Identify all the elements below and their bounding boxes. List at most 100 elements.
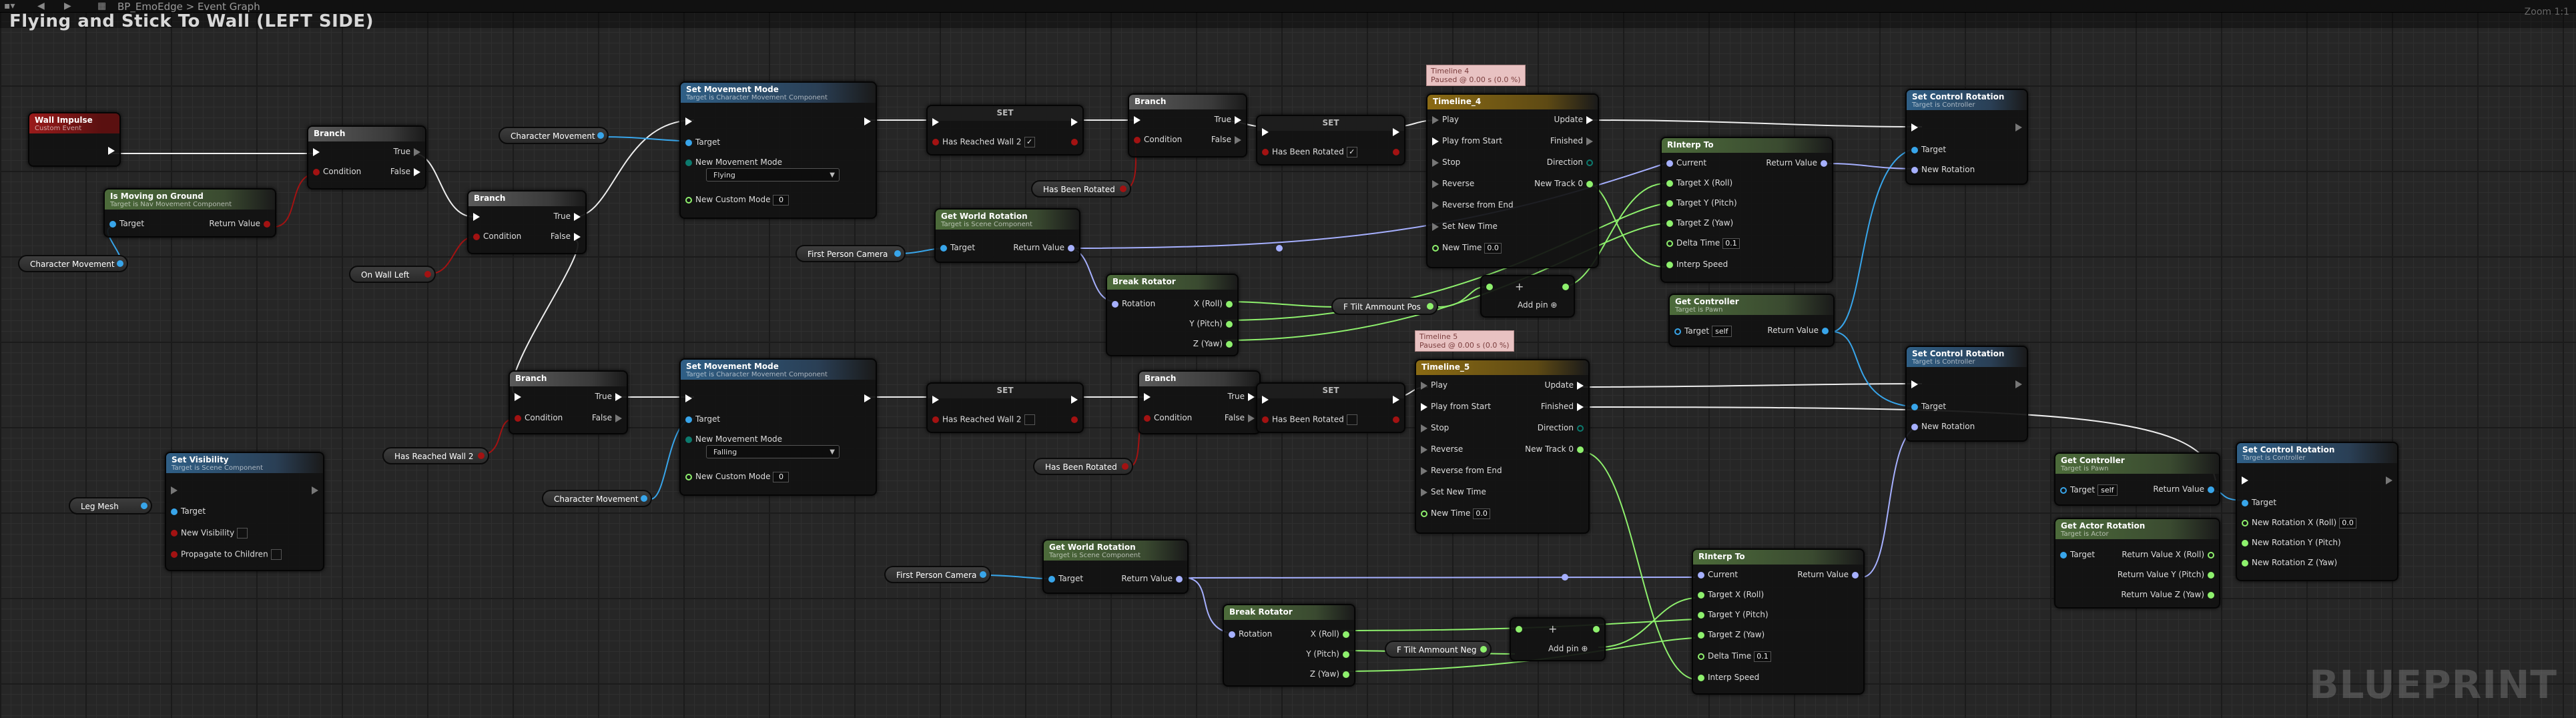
add-pin-button[interactable]: Add pin ⊕ (1518, 300, 1557, 310)
delta-time-pin[interactable]: Delta Time 0.1 (1663, 238, 1740, 249)
branch-node-1[interactable]: Branch Condition True False (307, 125, 426, 190)
new-rotation-z-pin[interactable]: New Rotation Z (Yaw) (2238, 558, 2337, 567)
condition-pin[interactable]: Condition (310, 167, 361, 176)
exec-in-pin[interactable] (168, 485, 181, 494)
return-y-pin[interactable]: Return Value Y (Pitch) (2118, 570, 2218, 579)
f-tilt-ammount-pos-variable[interactable]: F Tilt Ammount Pos (1331, 298, 1438, 315)
new-track-pin[interactable]: New Track 0 (1525, 444, 1587, 454)
reverse-pin[interactable]: Reverse (1429, 179, 1474, 188)
true-pin[interactable]: True (1228, 392, 1259, 401)
output-pin[interactable] (1590, 624, 1603, 633)
new-rotation-pin[interactable]: New Rotation (1908, 165, 1975, 174)
return-value-pin[interactable]: Return Value (209, 219, 274, 228)
set-control-rotation-node-2[interactable]: Set Control Rotation Target is Controller… (1905, 346, 2028, 442)
set-new-time-pin[interactable]: Set New Time (1417, 487, 1486, 496)
exec-in-pin[interactable] (682, 393, 695, 402)
input-pin[interactable] (1512, 624, 1526, 633)
target-pin[interactable]: Target (1908, 145, 1946, 154)
exec-in-pin[interactable] (1141, 392, 1154, 401)
false-pin[interactable]: False (390, 167, 424, 176)
target-pin[interactable]: Target self (2057, 484, 2118, 496)
exec-in-pin[interactable] (1259, 394, 1272, 404)
reverse-from-end-pin[interactable]: Reverse from End (1417, 466, 1502, 475)
input-pin[interactable] (1483, 282, 1496, 291)
target-pin[interactable]: Target (168, 506, 206, 516)
exec-out-pin[interactable] (861, 393, 874, 402)
set-has-reached-wall-node-1[interactable]: SET Has Reached Wall 2 ✓ (926, 105, 1084, 155)
return-value-pin[interactable]: Return Value (2153, 484, 2218, 494)
return-x-pin[interactable]: Return Value X (Roll) (2122, 550, 2218, 559)
z-yaw-pin[interactable]: Z (Yaw) (1310, 669, 1353, 679)
target-pin[interactable]: Target (682, 137, 720, 147)
branch-node-3[interactable]: Branch Condition True False (1128, 93, 1247, 157)
play-from-start-pin[interactable]: Play from Start (1417, 402, 1491, 411)
target-pin[interactable]: Target (2238, 498, 2276, 507)
get-world-rotation-node-1[interactable]: Get World Rotation Target is Scene Compon… (934, 208, 1080, 263)
has-been-rotated-variable[interactable]: Has Been Rotated (1031, 180, 1131, 198)
interp-speed-pin[interactable]: Interp Speed (1663, 260, 1728, 269)
update-pin[interactable]: Update (1545, 380, 1587, 390)
target-pin[interactable]: Target (2057, 550, 2095, 559)
get-controller-node-1[interactable]: Get Controller Target is Pawn Target self … (1668, 294, 1835, 347)
add-pin-button[interactable]: Add pin ⊕ (1548, 644, 1588, 653)
get-actor-rotation-node[interactable]: Get Actor Rotation Target is Actor Target… (2054, 518, 2220, 609)
first-person-camera-variable[interactable]: First Person Camera (795, 245, 906, 262)
forward-icon[interactable]: ▶ (64, 1, 71, 11)
finished-pin[interactable]: Finished (1541, 402, 1587, 411)
branch-node-2[interactable]: Branch Condition True False (467, 190, 587, 254)
new-rotation-y-pin[interactable]: New Rotation Y (Pitch) (2238, 538, 2341, 547)
bool-out-pin[interactable] (1389, 147, 1403, 156)
exec-out-pin[interactable] (2012, 379, 2025, 388)
exec-out-pin[interactable] (105, 145, 118, 155)
menu-icon[interactable]: ▪▾ (4, 1, 15, 11)
set-has-reached-wall-node-2[interactable]: SET Has Reached Wall 2 (926, 382, 1084, 433)
exec-out-pin[interactable] (2012, 122, 2025, 131)
set-control-rotation-node-3[interactable]: Set Control Rotation Target is Controller… (2236, 442, 2398, 581)
update-pin[interactable]: Update (1554, 115, 1596, 124)
propagate-to-children-pin[interactable]: Propagate to Children (168, 549, 282, 560)
exec-out-pin[interactable] (1389, 127, 1403, 136)
true-pin[interactable]: True (554, 212, 585, 221)
false-pin[interactable]: False (551, 232, 584, 241)
exec-in-pin[interactable] (1259, 127, 1272, 136)
f-tilt-ammount-neg-variable[interactable]: F Tilt Ammount Neg (1385, 641, 1492, 658)
stop-pin[interactable]: Stop (1417, 423, 1449, 432)
false-pin[interactable]: False (592, 413, 625, 422)
bool-out-pin[interactable] (1068, 414, 1081, 424)
exec-out-pin[interactable] (1068, 394, 1081, 404)
play-pin[interactable]: Play (1429, 115, 1459, 124)
target-x-pin[interactable]: Target X (Roll) (1694, 590, 1764, 599)
exec-in-pin[interactable] (470, 212, 483, 221)
reverse-from-end-pin[interactable]: Reverse from End (1429, 200, 1514, 210)
return-value-pin[interactable]: Return Value (1766, 158, 1831, 167)
character-movement-variable[interactable]: Character Movement (499, 127, 609, 144)
new-movement-mode-pin[interactable]: New Movement Mode (682, 157, 782, 167)
y-pitch-pin[interactable]: Y (Pitch) (1306, 649, 1353, 659)
target-pin[interactable]: Target (1908, 402, 1946, 411)
make-array-node-1[interactable]: + Add pin ⊕ (1480, 275, 1575, 318)
y-pitch-pin[interactable]: Y (Pitch) (1189, 319, 1236, 328)
set-movement-mode-node-2[interactable]: Set Movement Mode Target is Character Mov… (679, 358, 877, 496)
return-value-pin[interactable]: Return Value (1797, 570, 1862, 579)
movement-mode-dropdown[interactable]: Flying ▼ (706, 168, 840, 182)
rotation-pin[interactable]: Rotation (1108, 299, 1155, 308)
true-pin[interactable]: True (394, 147, 424, 156)
return-value-pin[interactable]: Return Value (1013, 243, 1078, 252)
has-been-rotated-pin[interactable]: Has Been Rotated ✓ (1259, 147, 1357, 157)
exec-in-pin[interactable] (511, 392, 525, 401)
rinterp-to-node-1[interactable]: RInterp To Current Target X (Roll) Targe… (1660, 137, 1833, 283)
back-icon[interactable]: ◀ (37, 1, 45, 11)
exec-out-pin[interactable] (1068, 117, 1081, 126)
get-world-rotation-node-2[interactable]: Get World Rotation Target is Scene Compon… (1042, 539, 1189, 594)
exec-out-pin[interactable] (308, 485, 322, 494)
target-x-pin[interactable]: Target X (Roll) (1663, 178, 1732, 188)
break-rotator-node-2[interactable]: Break Rotator Rotation X (Roll) Y (Pitch… (1223, 604, 1355, 687)
first-person-camera-variable[interactable]: First Person Camera (884, 566, 991, 583)
current-pin[interactable]: Current (1694, 570, 1738, 579)
target-z-pin[interactable]: Target Z (Yaw) (1663, 218, 1733, 228)
has-reached-wall-pin[interactable]: Has Reached Wall 2 (929, 414, 1035, 425)
new-custom-mode-pin[interactable]: New Custom Mode 0 (682, 195, 789, 206)
exec-in-pin[interactable] (929, 394, 942, 404)
new-rotation-x-pin[interactable]: New Rotation X (Roll) 0.0 (2238, 518, 2356, 528)
new-rotation-pin[interactable]: New Rotation (1908, 422, 1975, 431)
